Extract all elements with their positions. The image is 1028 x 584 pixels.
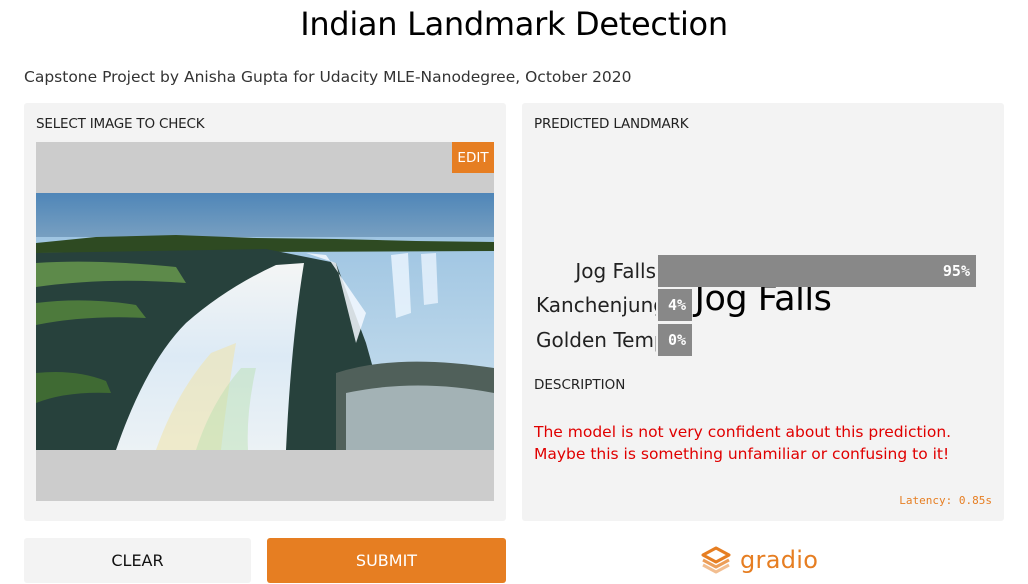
clear-button[interactable]: CLEAR bbox=[24, 538, 251, 583]
confidence-bar: 95% bbox=[658, 255, 976, 287]
waterfall-photo bbox=[36, 193, 494, 450]
submit-button[interactable]: SUBMIT bbox=[267, 538, 506, 583]
gradio-brand-text: gradio bbox=[740, 546, 819, 574]
input-panel-label: SELECT IMAGE TO CHECK bbox=[36, 116, 205, 132]
gradio-brand[interactable]: gradio bbox=[700, 540, 818, 580]
description-label: DESCRIPTION bbox=[534, 377, 626, 393]
latency-readout: Latency: 0.85s bbox=[899, 494, 992, 507]
output-panel-label: PREDICTED LANDMARK bbox=[534, 116, 689, 132]
input-panel: SELECT IMAGE TO CHECK EDIT bbox=[24, 103, 506, 521]
output-panel: PREDICTED LANDMARK Jog Falls Jog Falls 9… bbox=[522, 103, 1004, 521]
gradio-logo-icon bbox=[701, 546, 731, 574]
confidence-bar: 0% bbox=[658, 324, 692, 356]
image-upload-area[interactable]: EDIT bbox=[36, 142, 494, 501]
confidence-label: Kanchenjunga bbox=[536, 293, 656, 317]
description-text: The model is not very confident about th… bbox=[534, 423, 952, 463]
page-title: Indian Landmark Detection bbox=[300, 5, 728, 43]
confidence-bar: 4% bbox=[658, 289, 692, 321]
confidence-label: Jog Falls bbox=[575, 259, 656, 283]
edit-image-button[interactable]: EDIT bbox=[452, 142, 494, 173]
page-subtitle: Capstone Project by Anisha Gupta for Uda… bbox=[24, 68, 632, 86]
confidence-label: Golden Temple bbox=[536, 328, 656, 352]
